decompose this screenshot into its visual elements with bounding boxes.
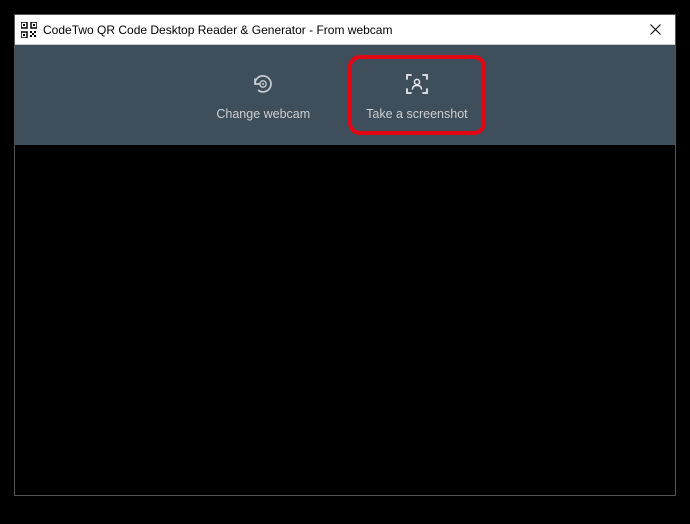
screenshot-icon bbox=[404, 69, 430, 99]
webcam-preview-area bbox=[15, 145, 675, 495]
app-window: CodeTwo QR Code Desktop Reader & Generat… bbox=[14, 14, 676, 496]
titlebar: CodeTwo QR Code Desktop Reader & Generat… bbox=[15, 15, 675, 45]
refresh-webcam-icon bbox=[250, 69, 276, 99]
take-screenshot-label: Take a screenshot bbox=[366, 107, 467, 121]
close-button[interactable] bbox=[635, 15, 675, 45]
change-webcam-label: Change webcam bbox=[216, 107, 310, 121]
take-screenshot-button[interactable]: Take a screenshot bbox=[348, 55, 485, 135]
change-webcam-button[interactable]: Change webcam bbox=[204, 61, 322, 129]
toolbar: Change webcam Take a screenshot bbox=[15, 45, 675, 145]
app-qr-icon bbox=[21, 22, 37, 38]
window-title: CodeTwo QR Code Desktop Reader & Generat… bbox=[43, 23, 635, 37]
close-icon bbox=[650, 24, 661, 35]
